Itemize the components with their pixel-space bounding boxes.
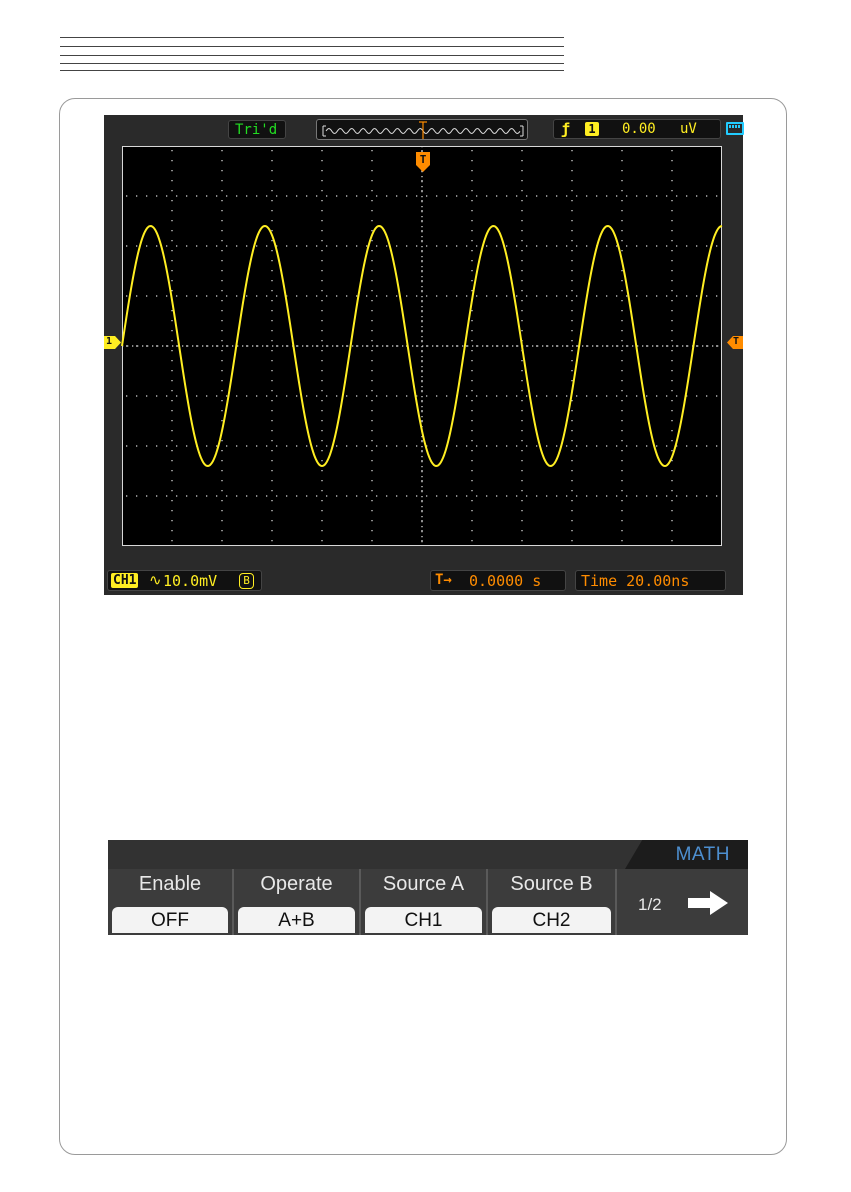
menu-title-tab: MATH: [625, 840, 748, 869]
softkey-source-a[interactable]: Source A CH1: [361, 869, 486, 935]
trigger-level-marker[interactable]: T: [727, 336, 743, 349]
trigger-position-value: 0.0000 s: [469, 572, 542, 590]
softkey-operate-value: A+B: [238, 907, 355, 933]
ch1-label: CH1: [111, 573, 139, 588]
softkey-source-b-value: CH2: [492, 907, 611, 933]
softkey-next-page[interactable]: 1/2: [620, 869, 748, 935]
timebase-value: Time 20.00ns: [581, 572, 690, 590]
memory-position-bar[interactable]: [316, 119, 528, 140]
header-rule-5: [60, 70, 564, 71]
header-rule-2: [60, 46, 564, 47]
channel1-ground-marker[interactable]: 1: [104, 336, 121, 349]
coupling-ac-icon: ∿: [149, 571, 162, 589]
header-rule-3: [60, 55, 564, 56]
trigger-position-icon: T→: [435, 572, 452, 588]
math-menu: MATH Enable OFF Operate A+B Source A CH1…: [108, 840, 748, 935]
header-rule-1: [60, 37, 564, 38]
softkey-operate-label: Operate: [260, 873, 333, 895]
time-position-marker[interactable]: T: [416, 152, 430, 172]
trigger-edge-icon: ƒ: [561, 120, 571, 138]
ch1-scale-badge[interactable]: CH1 ∿ 10.0mV B: [107, 570, 262, 591]
bandwidth-limit-badge: B: [239, 573, 254, 589]
trigger-position-badge[interactable]: T→ 0.0000 s: [430, 570, 566, 591]
header-rule-4: [60, 63, 564, 64]
softkey-enable[interactable]: Enable OFF: [108, 869, 232, 935]
oscilloscope-screen: Tri'd ƒ 1 0.00 uV T 1 T CH1 ∿ 10.0mV B T…: [104, 115, 744, 595]
softkey-source-b[interactable]: Source B CH2: [488, 869, 615, 935]
timebase-badge[interactable]: Time 20.00ns: [575, 570, 726, 591]
scope-display: [121, 146, 723, 546]
right-arrow-icon: [688, 891, 728, 915]
softkey-operate[interactable]: Operate A+B: [234, 869, 359, 935]
softkey-source-a-value: CH1: [365, 907, 482, 933]
menu-title: MATH: [675, 844, 730, 865]
softkey-source-a-label: Source A: [382, 873, 465, 895]
trigger-level-value: 0.00: [622, 121, 656, 137]
trigger-channel-badge: 1: [585, 122, 599, 136]
page-indicator: 1/2: [638, 895, 662, 914]
softkey-divider: [615, 869, 617, 935]
softkey-enable-value: OFF: [112, 907, 228, 933]
trigger-level-unit: uV: [680, 121, 697, 137]
trigger-status-badge: Tri'd: [228, 120, 286, 139]
battery-icon: [726, 122, 744, 135]
trigger-status-text: Tri'd: [235, 122, 278, 138]
softkey-enable-label: Enable: [138, 873, 202, 895]
softkey-source-b-label: Source B: [510, 873, 593, 895]
memory-waveform-icon: [322, 121, 524, 139]
ch1-scale-value: 10.0mV: [163, 572, 218, 590]
trigger-info-badge: ƒ 1 0.00 uV: [553, 119, 721, 139]
